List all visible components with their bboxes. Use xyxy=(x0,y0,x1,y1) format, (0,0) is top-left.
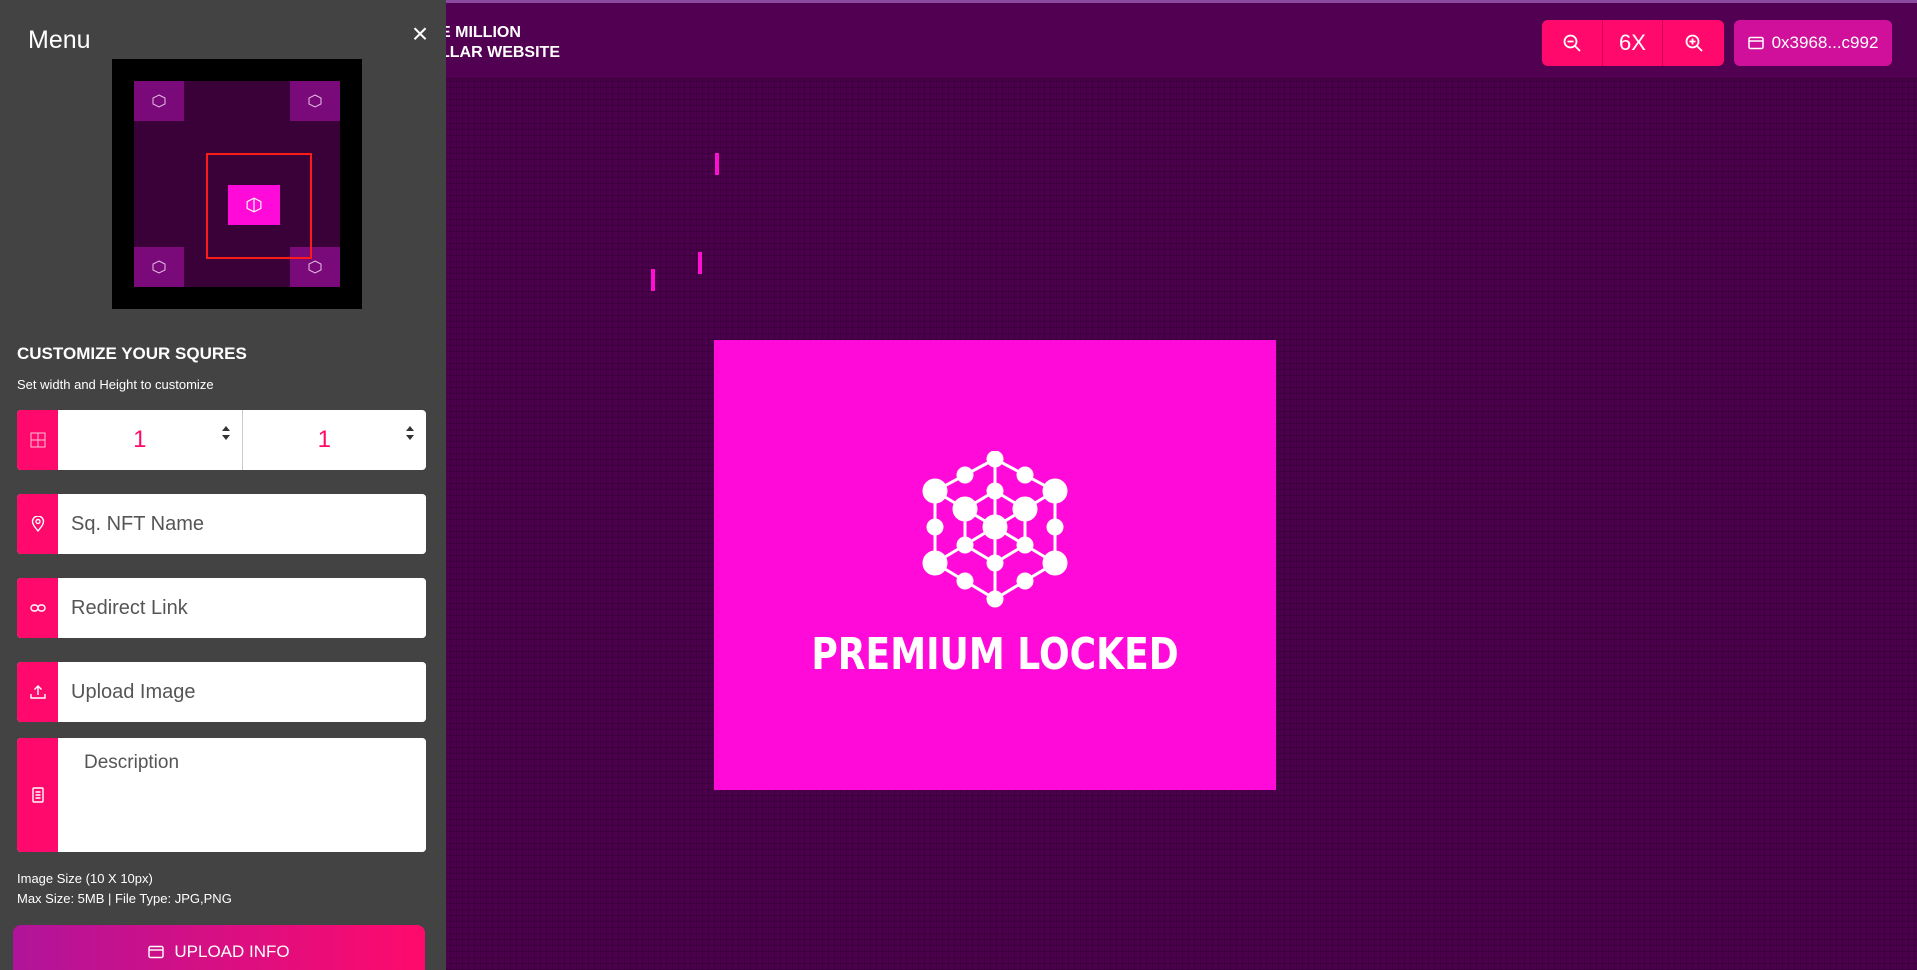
upload-info-label: UPLOAD INFO xyxy=(174,942,290,961)
menu-title: Menu xyxy=(28,26,91,54)
premium-locked-block[interactable]: PREMIUM LOCKED xyxy=(714,340,1276,790)
link-icon xyxy=(29,604,46,612)
upload-image-field xyxy=(17,662,426,722)
upload-info-button[interactable]: UPLOAD INFO xyxy=(13,925,425,970)
document-icon xyxy=(31,787,44,803)
zoom-level: 6X xyxy=(1603,20,1663,66)
description-input[interactable] xyxy=(75,738,426,852)
zoom-out-icon xyxy=(1563,34,1581,52)
cube-icon xyxy=(152,94,166,108)
customize-title: CUSTOMIZE YOUR SQURES xyxy=(17,344,247,363)
image-size-info: Image Size (10 X 10px) xyxy=(17,871,153,886)
pixel-marker[interactable] xyxy=(715,153,719,175)
upload-image-input[interactable] xyxy=(58,662,426,722)
cube-network-icon xyxy=(922,450,1068,607)
height-stepper[interactable]: 1 xyxy=(243,410,427,470)
zoom-in-button[interactable] xyxy=(1663,20,1724,66)
site-logo-text[interactable]: E MILLION LLAR WEBSITE xyxy=(440,23,560,63)
upload-icon xyxy=(29,685,46,699)
zoom-out-button[interactable] xyxy=(1542,20,1603,66)
height-value: 1 xyxy=(317,426,331,453)
width-spin-arrows[interactable] xyxy=(221,426,230,440)
sidebar-menu: Menu × CUSTOMIZE YOUR SQURES Set width a… xyxy=(0,0,446,970)
zoom-controls: 6X xyxy=(1542,20,1724,66)
upload-icon-box xyxy=(17,662,58,722)
cube-icon xyxy=(308,94,322,108)
minimap-tile xyxy=(134,247,184,287)
nft-name-field xyxy=(17,494,426,554)
height-spin-arrows[interactable] xyxy=(406,426,414,440)
pixel-marker[interactable] xyxy=(651,269,655,291)
wallet-icon xyxy=(148,945,165,959)
description-field xyxy=(17,738,426,852)
nft-name-input[interactable] xyxy=(58,494,426,554)
link-icon-box xyxy=(17,578,58,638)
redirect-link-field xyxy=(17,578,426,638)
cube-icon xyxy=(152,260,166,274)
zoom-in-icon xyxy=(1685,34,1703,52)
logo-line-2: LLAR WEBSITE xyxy=(440,44,560,61)
size-field: 1 1 xyxy=(17,410,426,470)
document-icon-box xyxy=(17,738,58,852)
close-icon: × xyxy=(411,18,429,49)
close-button[interactable]: × xyxy=(408,20,432,48)
minimap-area xyxy=(134,81,340,287)
minimap-tile xyxy=(290,81,340,121)
grid-icon xyxy=(30,432,45,448)
grid-icon-box xyxy=(17,410,58,470)
location-icon-box xyxy=(17,494,58,554)
wallet-button[interactable]: 0x3968...c992 xyxy=(1734,20,1892,66)
minimap[interactable] xyxy=(112,59,362,309)
width-stepper[interactable]: 1 xyxy=(58,410,243,470)
minimap-tile xyxy=(134,81,184,121)
redirect-link-input[interactable] xyxy=(58,578,426,638)
logo-line-1: E MILLION xyxy=(440,24,521,41)
width-value: 1 xyxy=(133,426,147,453)
cube-icon xyxy=(308,260,322,274)
customize-subtitle: Set width and Height to customize xyxy=(17,377,214,392)
wallet-icon xyxy=(1747,36,1764,50)
max-size-info: Max Size: 5MB | File Type: JPG,PNG xyxy=(17,891,232,906)
cube-icon xyxy=(246,197,262,213)
wallet-address: 0x3968...c992 xyxy=(1771,33,1879,52)
minimap-premium-tile xyxy=(228,185,280,225)
location-pin-icon xyxy=(31,516,44,532)
premium-locked-label: PREMIUM LOCKED xyxy=(811,628,1179,680)
minimap-viewport[interactable] xyxy=(206,153,312,259)
pixel-marker[interactable] xyxy=(698,252,702,274)
